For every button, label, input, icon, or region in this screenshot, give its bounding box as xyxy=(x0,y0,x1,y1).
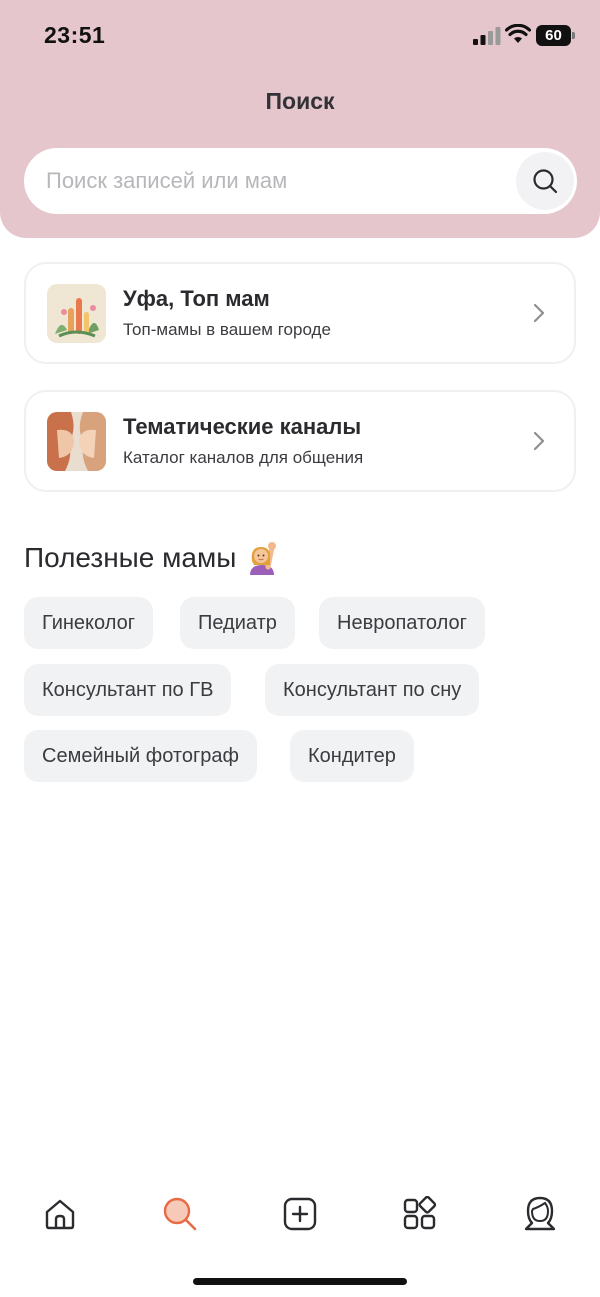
tab-bar xyxy=(0,1180,600,1250)
chip-family-photographer[interactable]: Семейный фотограф xyxy=(24,730,257,782)
page-title: Поиск xyxy=(265,88,335,114)
chevron-right-icon xyxy=(533,303,545,323)
section-title-useful-moms: Полезные мамы xyxy=(24,541,278,575)
chevron-right-icon xyxy=(533,431,545,451)
chip-pediatrician[interactable]: Педиатр xyxy=(180,597,295,649)
profile-icon xyxy=(524,1196,556,1231)
battery-icon: 60 xyxy=(536,25,576,46)
header: 23:51 60 Поиск xyxy=(0,0,600,238)
tab-search[interactable] xyxy=(158,1192,202,1236)
card-thematic-channels[interactable]: Тематические каналы Каталог каналов для … xyxy=(24,390,576,492)
chip-breastfeeding-consultant[interactable]: Консультант по ГВ xyxy=(24,664,232,716)
catalog-icon xyxy=(403,1196,437,1230)
card-subtitle: Каталог каналов для общения xyxy=(123,448,364,467)
tab-add-post[interactable] xyxy=(278,1192,322,1236)
search-bar[interactable] xyxy=(24,148,577,214)
search-button[interactable] xyxy=(516,152,574,210)
home-icon xyxy=(45,1199,75,1230)
home-indicator[interactable] xyxy=(193,1278,407,1285)
card-title: Уфа, Топ мам xyxy=(123,286,270,311)
chip-gynecologist[interactable]: Гинеколог xyxy=(24,597,154,649)
cellular-signal-icon xyxy=(473,27,501,45)
battery-level: 60 xyxy=(536,25,571,46)
tab-catalog[interactable] xyxy=(398,1192,442,1236)
chip-neurologist[interactable]: Невропатолог xyxy=(319,597,485,649)
city-illustration-icon xyxy=(47,284,106,343)
search-icon xyxy=(163,1197,197,1231)
section-title-text: Полезные мамы xyxy=(24,542,237,573)
tab-profile[interactable] xyxy=(518,1192,562,1236)
tab-home[interactable] xyxy=(38,1192,82,1236)
card-subtitle: Топ-мамы в вашем городе xyxy=(123,320,331,339)
channels-illustration-icon xyxy=(47,412,106,471)
chip-sleep-consultant[interactable]: Консультант по сну xyxy=(265,664,480,716)
wifi-icon xyxy=(505,24,531,43)
chip-confectioner[interactable]: Кондитер xyxy=(290,730,414,782)
search-input[interactable] xyxy=(46,148,506,214)
add-post-icon xyxy=(283,1197,317,1231)
card-top-moms[interactable]: Уфа, Топ мам Топ-мамы в вашем городе xyxy=(24,262,576,364)
search-icon xyxy=(533,169,558,194)
status-bar: 23:51 60 xyxy=(0,0,600,70)
status-time: 23:51 xyxy=(44,22,106,48)
card-title: Тематические каналы xyxy=(123,414,362,439)
woman-raising-hand-icon xyxy=(250,542,277,575)
